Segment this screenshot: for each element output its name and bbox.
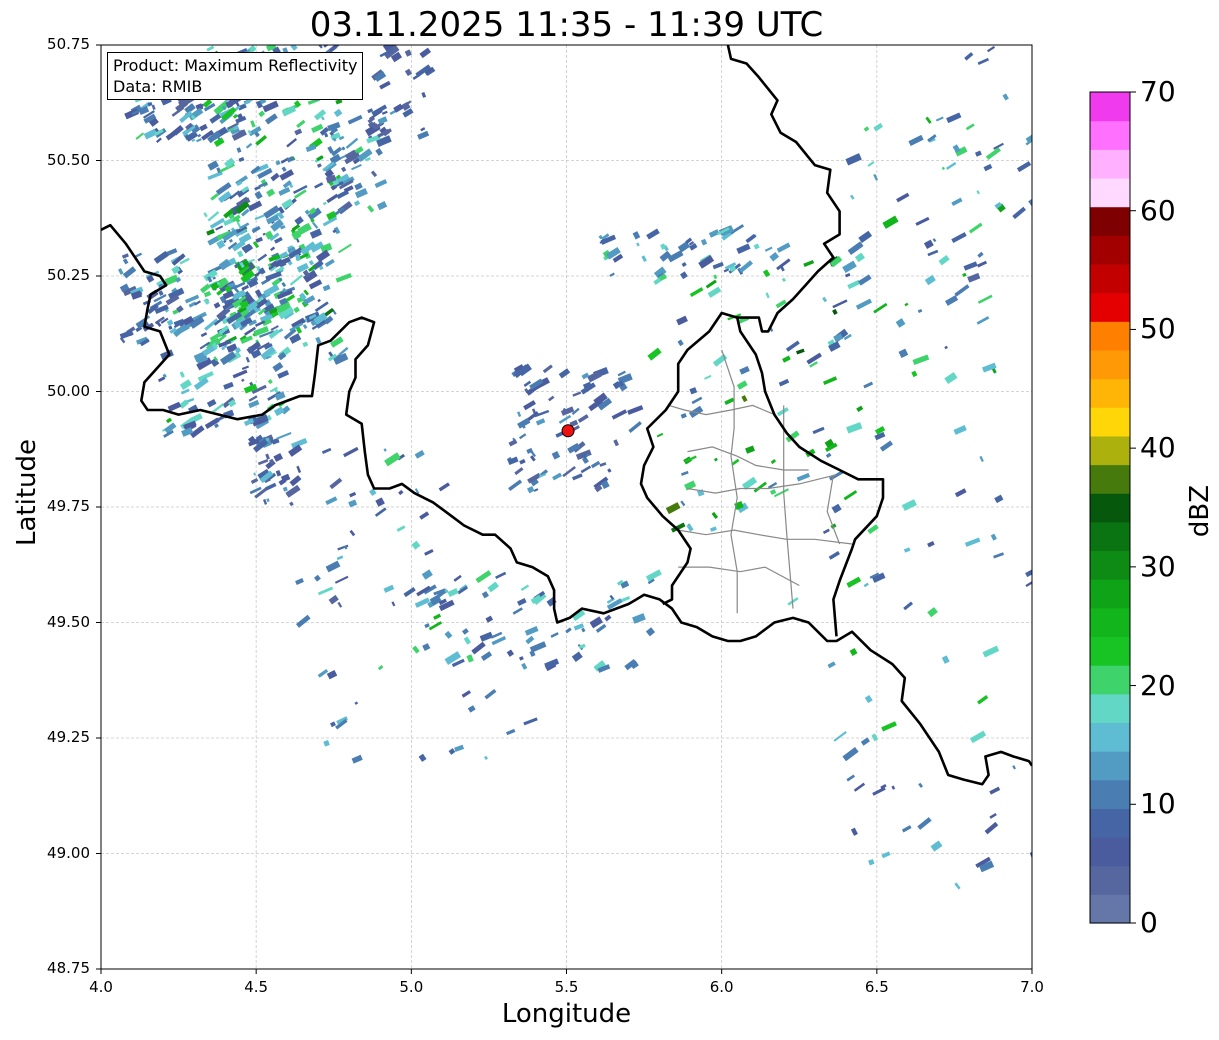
- colorbar-segment: [1090, 206, 1130, 236]
- radar-site-marker: [561, 424, 575, 438]
- map-plot: [96, 44, 1136, 974]
- colorbar-tick-label: 0: [1140, 906, 1158, 939]
- colorbar-segment: [1090, 435, 1130, 466]
- x-tick-label: 4.0: [89, 978, 113, 996]
- colorbar-segment: [1090, 636, 1130, 666]
- x-tick-marks: [100, 969, 1033, 974]
- y-tick-label: 49.50: [47, 612, 90, 631]
- colorbar-segment: [1090, 808, 1130, 838]
- colorbar-segment: [1090, 665, 1130, 695]
- source-label: Data: RMIB: [113, 77, 203, 96]
- x-tick-label: 6.0: [709, 978, 734, 996]
- radar-figure: 03.11.2025 11:35 - 11:39 UTC Product: Ma…: [0, 0, 1219, 1040]
- x-tick-label: 4.5: [244, 978, 269, 996]
- colorbar-segment: [1090, 751, 1130, 781]
- colorbar-segment: [1090, 149, 1130, 179]
- colorbar-segment: [1090, 321, 1130, 351]
- y-tick-label: 49.00: [47, 843, 90, 862]
- colorbar-segment: [1090, 263, 1130, 294]
- colorbar-tick-label: 40: [1140, 431, 1176, 465]
- colorbar-segment: [1090, 550, 1130, 580]
- echo-cell: [1040, 225, 1054, 236]
- colorbar-segment: [1090, 378, 1130, 408]
- colorbar-tick-label: 70: [1140, 75, 1176, 108]
- colorbar-segment: [1090, 120, 1130, 150]
- colorbar-segment: [1090, 837, 1130, 867]
- colorbar-segment: [1090, 92, 1130, 122]
- x-tick-label: 6.5: [864, 978, 889, 996]
- colorbar-tick-label: 10: [1140, 787, 1176, 821]
- colorbar-segment: [1090, 607, 1130, 638]
- x-tick-label: 7.0: [1020, 978, 1044, 996]
- colorbar-segment: [1090, 521, 1130, 552]
- colorbar-segment: [1090, 693, 1130, 724]
- info-box: Product: Maximum Reflectivity Data: RMIB: [107, 52, 364, 100]
- colorbar-segment: [1090, 579, 1130, 609]
- chart-title: 03.11.2025 11:35 - 11:39 UTC: [309, 5, 824, 45]
- colorbar-segment: [1090, 177, 1130, 208]
- colorbar-segment: [1090, 349, 1130, 380]
- y-tick-label: 50.75: [47, 35, 90, 53]
- colorbar-segment: [1090, 894, 1130, 924]
- colorbar-tick-label: 30: [1140, 549, 1176, 583]
- y-tick-label: 49.25: [47, 728, 90, 746]
- product-label: Product: Maximum Reflectivity: [113, 56, 358, 75]
- colorbar-tick-label: 60: [1140, 193, 1176, 227]
- x-axis-label: Longitude: [501, 999, 632, 1029]
- colorbar-segment: [1090, 865, 1130, 895]
- colorbar-tick-label: 20: [1140, 668, 1176, 702]
- y-tick-label: 50.00: [47, 381, 90, 400]
- x-tick-label: 5.5: [554, 978, 579, 996]
- colorbar-tick-label: 50: [1140, 312, 1176, 346]
- y-tick-marks: [96, 44, 101, 970]
- colorbar-segment: [1090, 292, 1130, 322]
- echo-cell: [1041, 262, 1056, 276]
- y-tick-label: 49.75: [47, 497, 90, 515]
- y-tick-label: 48.75: [47, 959, 90, 977]
- colorbar-label: dBZ: [1185, 484, 1215, 538]
- colorbar-segment: [1090, 779, 1130, 809]
- echo-cell: [1046, 271, 1059, 282]
- colorbar-segment: [1090, 722, 1130, 752]
- colorbar-segment: [1090, 464, 1130, 494]
- y-tick-label: 50.25: [47, 266, 90, 284]
- colorbar-segment: [1090, 407, 1130, 437]
- y-tick-label: 50.50: [47, 150, 90, 169]
- x-tick-label: 5.0: [399, 978, 424, 996]
- colorbar: [1089, 91, 1136, 924]
- colorbar-segment: [1090, 235, 1130, 265]
- echo-cell: [1042, 116, 1056, 127]
- colorbar-segment: [1090, 493, 1130, 523]
